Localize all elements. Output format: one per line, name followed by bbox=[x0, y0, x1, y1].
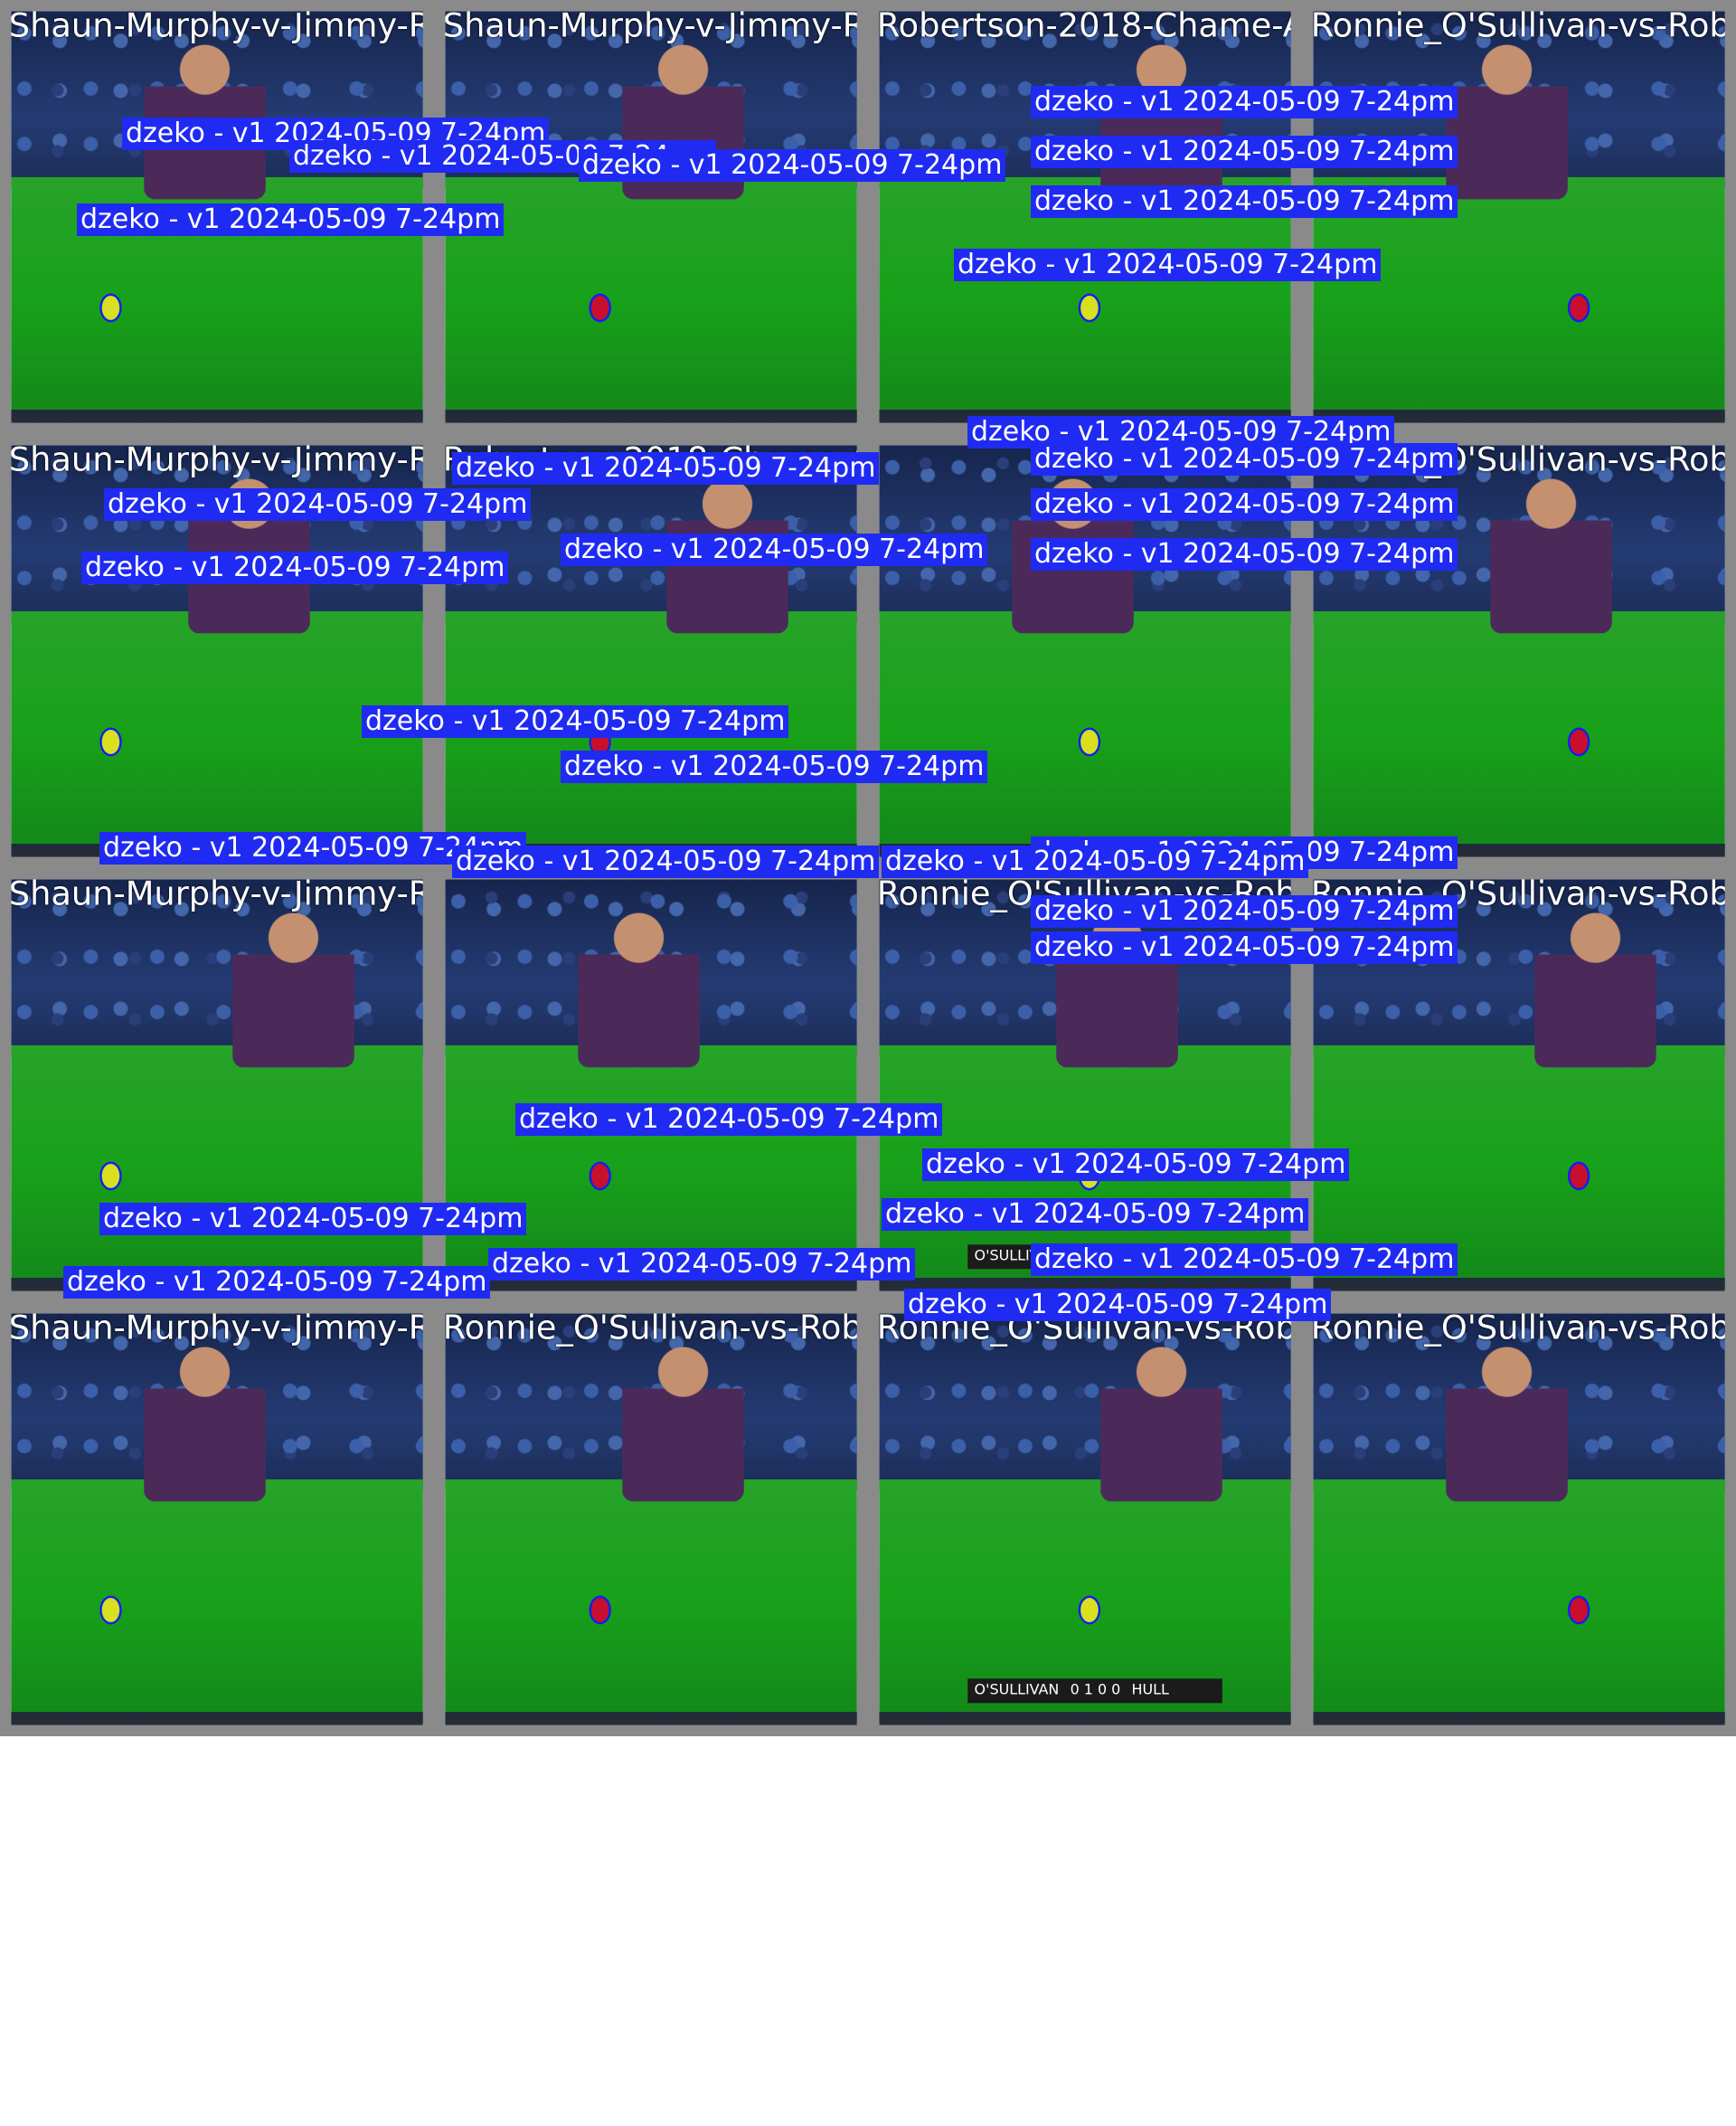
detection-label: dzeko - v1 2024-05-09 7-24pm bbox=[922, 1148, 1350, 1181]
detection-label: dzeko - v1 2024-05-09 7-24pm bbox=[1031, 538, 1458, 571]
detection-label: dzeko - v1 2024-05-09 7-24pm bbox=[77, 203, 505, 236]
detection-label: dzeko - v1 2024-05-09 7-24pm bbox=[99, 1203, 527, 1235]
detection-label: dzeko - v1 2024-05-09 7-24pm bbox=[63, 1266, 491, 1299]
detection-label: dzeko - v1 2024-05-09 7-24pm bbox=[104, 488, 532, 521]
detection-label: dzeko - v1 2024-05-09 7-24pm bbox=[452, 452, 880, 485]
detection-label: dzeko - v1 2024-05-09 7-24pm bbox=[1031, 1243, 1458, 1276]
detection-label: dzeko - v1 2024-05-09 7-24pm bbox=[1031, 895, 1458, 928]
detection-label: dzeko - v1 2024-05-09 7-24pm bbox=[362, 705, 789, 738]
detection-label: dzeko - v1 2024-05-09 7-24pm bbox=[1031, 86, 1458, 118]
detection-label: dzeko - v1 2024-05-09 7-24pm bbox=[882, 1198, 1309, 1231]
detection-label: dzeko - v1 2024-05-09 7-24pm bbox=[1031, 185, 1458, 218]
detection-label: dzeko - v1 2024-05-09 7-24pm bbox=[1031, 931, 1458, 964]
detection-label: dzeko - v1 2024-05-09 7-24pm bbox=[954, 249, 1382, 281]
detection-label: dzeko - v1 2024-05-09 7-24pm bbox=[904, 1289, 1332, 1321]
detection-label: dzeko - v1 2024-05-09 7-24pm bbox=[452, 846, 880, 878]
detection-label: dzeko - v1 2024-05-09 7-24pm bbox=[1031, 443, 1458, 476]
detection-label: dzeko - v1 2024-05-09 7-24pm bbox=[561, 534, 988, 566]
detection-label: dzeko - v1 2024-05-09 7-24pm bbox=[488, 1248, 916, 1280]
detection-label: dzeko - v1 2024-05-09 7-24pm bbox=[1031, 488, 1458, 521]
detection-label: dzeko - v1 2024-05-09 7-24pm bbox=[81, 552, 509, 584]
detection-label: dzeko - v1 2024-05-09 7-24pm bbox=[579, 149, 1006, 182]
detection-label: dzeko - v1 2024-05-09 7-24pm bbox=[1031, 136, 1458, 168]
detection-label: dzeko - v1 2024-05-09 7-24pm bbox=[882, 846, 1309, 878]
detection-label: dzeko - v1 2024-05-09 7-24pm bbox=[561, 751, 988, 783]
detection-overlay: dzeko - v1 2024-05-09 7-24pm dzeko - v1 2… bbox=[0, 0, 1736, 1736]
detection-label: dzeko - v1 2024-05-09 7-24pm bbox=[515, 1103, 943, 1136]
